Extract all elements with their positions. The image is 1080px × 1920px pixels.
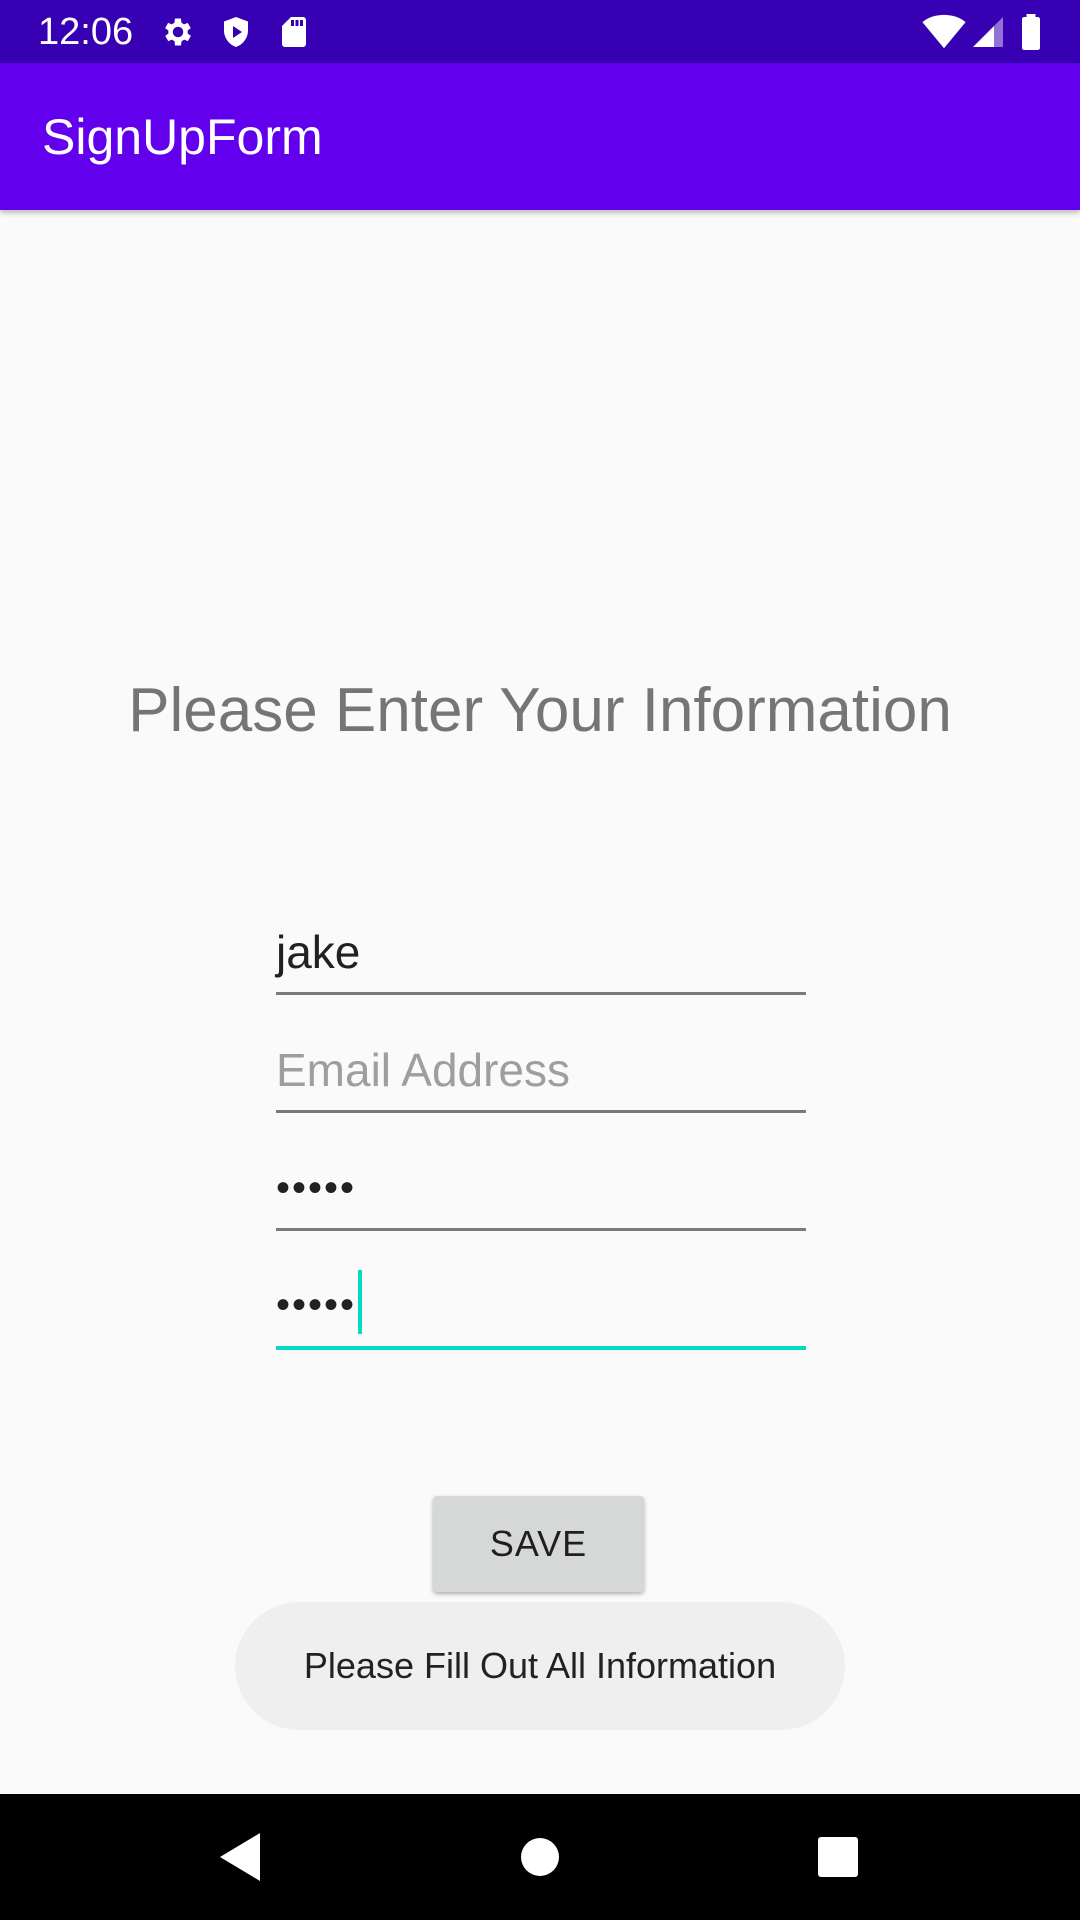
toast-message: Please Fill Out All Information [235, 1602, 845, 1730]
shield-icon [218, 14, 254, 50]
form-heading: Please Enter Your Information [128, 676, 952, 745]
email-field-placeholder: Email Address [276, 1044, 571, 1096]
save-button[interactable]: SAVE [433, 1496, 644, 1592]
gear-icon [160, 14, 196, 50]
app-bar: SignUpForm [0, 63, 1080, 210]
home-icon[interactable] [508, 1825, 572, 1889]
confirm-password-field[interactable]: ••••• [276, 1268, 806, 1350]
text-cursor [358, 1270, 363, 1334]
navigation-bar [0, 1794, 1080, 1920]
status-bar: 12:06 [0, 0, 1080, 63]
battery-icon [1016, 14, 1046, 50]
screen: 12:06 SignUpForm Please Enter Your Infor… [0, 0, 1080, 1920]
confirm-password-field-value: ••••• [276, 1283, 357, 1328]
app-title: SignUpForm [42, 109, 323, 165]
cellular-signal-icon [970, 14, 1006, 50]
name-field-value: jake [276, 926, 361, 978]
recents-icon[interactable] [806, 1825, 870, 1889]
sd-card-icon [276, 14, 312, 50]
name-field[interactable]: jake [276, 915, 806, 995]
password-field[interactable]: ••••• [276, 1150, 806, 1231]
status-time: 12:06 [38, 11, 134, 53]
wifi-icon [922, 14, 966, 50]
back-icon[interactable] [208, 1825, 272, 1889]
password-field-value: ••••• [276, 1166, 357, 1210]
email-field[interactable]: Email Address [276, 1033, 806, 1113]
